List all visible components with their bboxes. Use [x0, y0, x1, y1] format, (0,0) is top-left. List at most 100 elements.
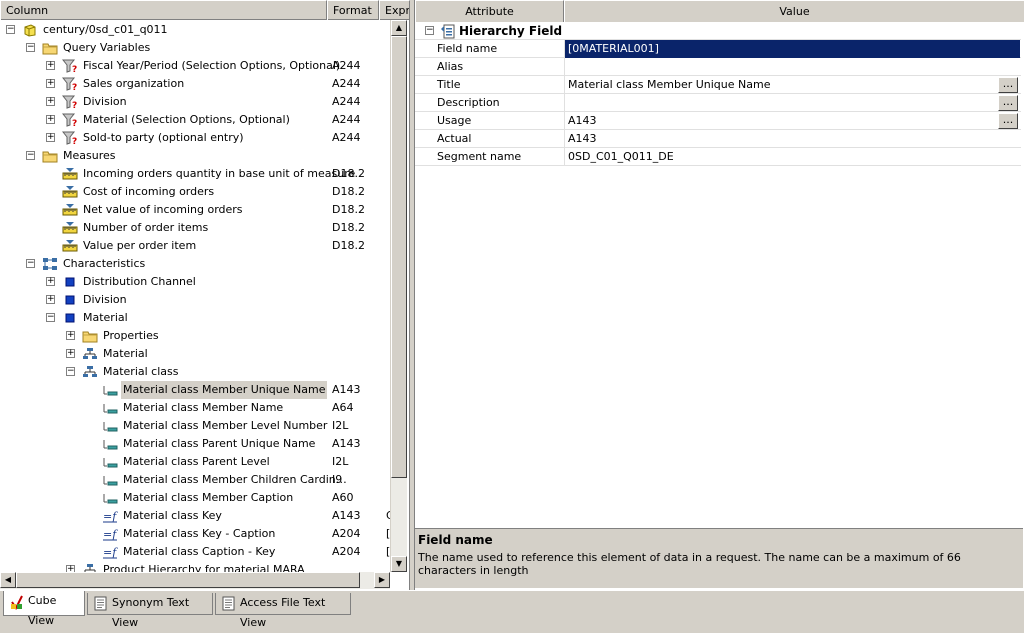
collapse-icon[interactable]: − [425, 26, 434, 35]
property-value[interactable]: Material class Member Unique Name... [564, 76, 1020, 94]
tree-item-label[interactable]: Material class Member Unique Name [121, 381, 328, 399]
hscroll-thumb[interactable] [16, 572, 360, 588]
tree-item[interactable]: Material class Parent Unique Name A143 [0, 435, 390, 453]
tree-item[interactable]: Material class Member Name A64 [0, 399, 390, 417]
tree-item-label[interactable]: Sold-to party (optional entry) [81, 129, 246, 147]
tree-item-label[interactable]: Material class Member Level Number [121, 417, 329, 435]
collapse-icon[interactable]: − [26, 151, 35, 160]
collapse-icon[interactable]: − [66, 367, 75, 376]
column-header-format[interactable]: Format [327, 0, 379, 20]
tree-item[interactable]: =fMaterial class KeyA143G [0, 507, 390, 525]
property-row[interactable]: Segment name 0SD_C01_Q011_DE [415, 148, 1021, 166]
tree-item[interactable]: + Properties [0, 327, 390, 345]
collapse-icon[interactable]: − [26, 43, 35, 52]
tree-item-label[interactable]: Incoming orders quantity in base unit of… [81, 165, 357, 183]
expand-icon[interactable]: + [46, 295, 55, 304]
tree-item-label[interactable]: Distribution Channel [81, 273, 198, 291]
tree-item[interactable]: =f Material class Caption - Key A204[ [0, 543, 390, 561]
tree-item[interactable]: Number of order items D18.2 [0, 219, 390, 237]
ellipsis-button[interactable]: ... [998, 95, 1018, 111]
ellipsis-button[interactable]: ... [998, 77, 1018, 93]
tree-item[interactable]: + Product Hierarchy for material MARA [0, 561, 390, 572]
tree-item[interactable]: + Distribution Channel [0, 273, 390, 291]
tree-item-label[interactable]: Measures [61, 147, 117, 165]
property-value[interactable]: ... [564, 94, 1020, 112]
tree-item-label[interactable]: Division [81, 291, 129, 309]
tree-item-label[interactable]: Number of order items [81, 219, 210, 237]
tree-item-label[interactable]: Product Hierarchy for material MARA [101, 561, 307, 572]
tree-item[interactable]: − Measures [0, 147, 390, 165]
property-row[interactable]: Field name [0MATERIAL001] [415, 40, 1021, 58]
tree-item-label[interactable]: Cost of incoming orders [81, 183, 216, 201]
tree-item[interactable]: +? Sold-to party (optional entry) A244 [0, 129, 390, 147]
property-value[interactable] [564, 58, 1020, 76]
scroll-down-icon[interactable]: ▼ [391, 556, 407, 572]
tree-item-label[interactable]: Material (Selection Options, Optional) [81, 111, 292, 129]
collapse-icon[interactable]: − [6, 25, 15, 34]
tree-item-label[interactable]: Material [81, 309, 130, 327]
tree-item[interactable]: + Material [0, 345, 390, 363]
collapse-icon[interactable]: − [26, 259, 35, 268]
tree-item[interactable]: − Material class [0, 363, 390, 381]
tree-item-label[interactable]: Material class Member Name [121, 399, 285, 417]
tree-item-label[interactable]: Value per order item [81, 237, 198, 255]
tab-synonym-text-view[interactable]: Synonym Text View [87, 593, 213, 629]
tab-access-file-text-view[interactable]: Access File Text View [215, 593, 351, 629]
property-value[interactable]: A143 [564, 130, 1020, 148]
property-row[interactable]: Description... [415, 94, 1021, 112]
tree-item[interactable]: Value per order item D18.2 [0, 237, 390, 255]
tree-item[interactable]: Material class Member Unique Name A143 [0, 381, 390, 399]
expand-icon[interactable]: + [66, 349, 75, 358]
tree-item-label[interactable]: Material class Key [121, 507, 224, 525]
expand-icon[interactable]: + [46, 133, 55, 142]
tree-item-label[interactable]: century/0sd_c01_q011 [41, 21, 170, 39]
expand-icon[interactable]: + [46, 115, 55, 124]
expand-icon[interactable]: + [46, 97, 55, 106]
ellipsis-button[interactable]: ... [998, 113, 1018, 129]
tree-item[interactable]: − Material [0, 309, 390, 327]
tree-item-label[interactable]: Net value of incoming orders [81, 201, 245, 219]
tree-vertical-scrollbar[interactable]: ▲ ▼ [390, 20, 407, 572]
property-row[interactable]: Alias [415, 58, 1021, 76]
tree-item-label[interactable]: Material [101, 345, 150, 363]
tree-item-label[interactable]: Material class Member Caption [121, 489, 295, 507]
attribute-header[interactable]: Attribute [415, 0, 564, 22]
tree-item-label[interactable]: Material class Caption - Key [121, 543, 277, 561]
tree-item-label[interactable]: Query Variables [61, 39, 152, 57]
scroll-up-icon[interactable]: ▲ [391, 20, 407, 36]
property-value[interactable]: [0MATERIAL001] [564, 40, 1020, 58]
tree-item[interactable]: + Division [0, 291, 390, 309]
tree-item-label[interactable]: Sales organization [81, 75, 186, 93]
tree-item[interactable]: +? Division A244 [0, 93, 390, 111]
column-header-expression[interactable]: Expr [379, 0, 410, 20]
property-value[interactable]: A143... [564, 112, 1020, 130]
collapse-icon[interactable]: − [46, 313, 55, 322]
scroll-thumb[interactable] [391, 36, 407, 478]
tree-item[interactable]: Material class Parent Level I2L [0, 453, 390, 471]
property-value[interactable]: 0SD_C01_Q011_DE [564, 148, 1020, 166]
tree-item-label[interactable]: Material class Parent Level [121, 453, 272, 471]
expand-icon[interactable]: + [66, 565, 75, 572]
tree-horizontal-scrollbar[interactable]: ◀ ▶ [0, 572, 390, 589]
tree-item[interactable]: +? Sales organization A244 [0, 75, 390, 93]
tree-item-label[interactable]: Properties [101, 327, 161, 345]
tree-item[interactable]: +? Fiscal Year/Period (Selection Options,… [0, 57, 390, 75]
property-row[interactable]: Usage A143... [415, 112, 1021, 130]
tree-item[interactable]: +? Material (Selection Options, Optional)… [0, 111, 390, 129]
tree-item[interactable]: Material class Member Level Number I2L [0, 417, 390, 435]
tree-item-label[interactable]: Material class Parent Unique Name [121, 435, 317, 453]
expand-icon[interactable]: + [46, 277, 55, 286]
tree-item-label[interactable]: Fiscal Year/Period (Selection Options, O… [81, 57, 342, 75]
tree-item[interactable]: Material class Member Children Cardin… I9 [0, 471, 390, 489]
tree-item[interactable]: − century/0sd_c01_q011 [0, 21, 390, 39]
column-header-column[interactable]: Column [0, 0, 327, 20]
expand-icon[interactable]: + [66, 331, 75, 340]
property-row[interactable]: Title Material class Member Unique Name..… [415, 76, 1021, 94]
tab-cube-view[interactable]: Cube View [3, 591, 85, 627]
tree-item[interactable]: Material class Member Caption A60 [0, 489, 390, 507]
value-header[interactable]: Value [564, 0, 1024, 22]
expand-icon[interactable]: + [46, 61, 55, 70]
tree-item[interactable]: Cost of incoming orders D18.2 [0, 183, 390, 201]
tree-item[interactable]: − Characteristics [0, 255, 390, 273]
tree-item[interactable]: Incoming orders quantity in base unit of… [0, 165, 390, 183]
